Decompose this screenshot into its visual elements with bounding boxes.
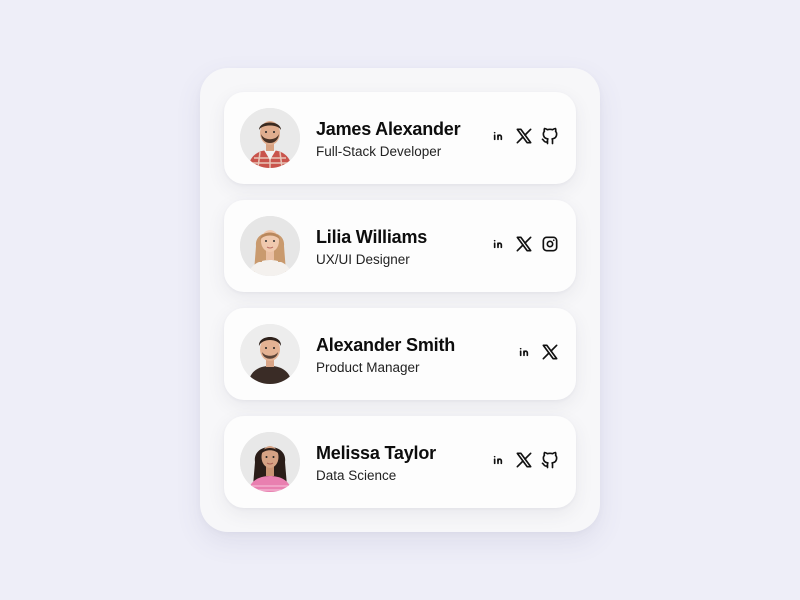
social-links [488, 234, 560, 254]
linkedin-icon[interactable] [488, 126, 508, 146]
avatar [240, 216, 300, 276]
member-name: James Alexander [316, 119, 461, 139]
x-icon[interactable] [514, 234, 534, 254]
member-role: Product Manager [316, 360, 420, 375]
x-icon[interactable] [514, 126, 534, 146]
x-icon[interactable] [514, 450, 534, 470]
member-card: James Alexander Full-Stack Developer [224, 92, 576, 184]
avatar [240, 108, 300, 168]
team-panel: James Alexander Full-Stack Developer Lil… [200, 68, 600, 532]
avatar [240, 324, 300, 384]
member-card: Lilia Williams UX/UI Designer [224, 200, 576, 292]
linkedin-icon[interactable] [514, 342, 534, 362]
linkedin-icon[interactable] [488, 234, 508, 254]
instagram-icon[interactable] [540, 234, 560, 254]
member-name: Melissa Taylor [316, 443, 436, 463]
social-links [488, 450, 560, 470]
member-name: Lilia Williams [316, 227, 428, 247]
member-name: Alexander Smith [316, 335, 456, 355]
member-card: Melissa Taylor Data Science [224, 416, 576, 508]
github-icon[interactable] [540, 126, 560, 146]
x-icon[interactable] [540, 342, 560, 362]
member-role: Full-Stack Developer [316, 144, 442, 159]
social-links [488, 126, 560, 146]
member-role: Data Science [316, 468, 397, 483]
avatar [240, 432, 300, 492]
member-role: UX/UI Designer [316, 252, 410, 267]
github-icon[interactable] [540, 450, 560, 470]
linkedin-icon[interactable] [488, 450, 508, 470]
social-links [514, 342, 560, 362]
member-card: Alexander Smith Product Manager [224, 308, 576, 400]
